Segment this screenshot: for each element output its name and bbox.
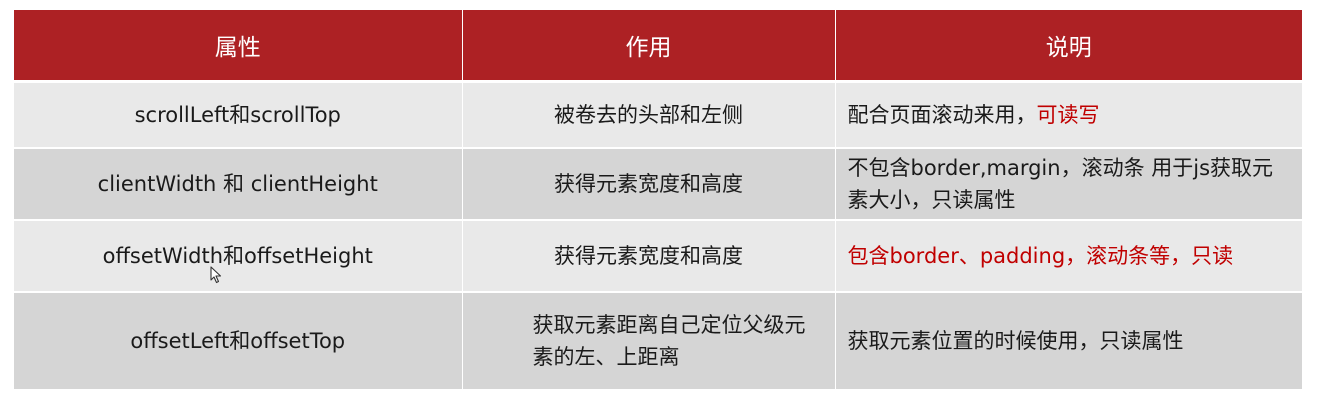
cell-property: offsetLeft和offsetTop [14,292,463,391]
cell-note: 不包含border,margin，滚动条 用于js获取元素大小，只读属性 [835,148,1302,221]
table-row: scrollLeft和scrollTop 被卷去的头部和左侧 配合页面滚动来用，… [14,81,1302,149]
header-property: 属性 [14,10,463,83]
table-row: clientWidth 和 clientHeight 获得元素宽度和高度 不包含… [14,148,1302,221]
table-header-row: 属性 作用 说明 [14,10,1302,83]
cell-note: 配合页面滚动来用，可读写 [835,81,1302,149]
slide: 属性 作用 说明 scrollLeft和scrollTop 被卷去的头部和左侧 … [0,0,1325,400]
table-row: offsetLeft和offsetTop 获取元素距离自己定位父级元素的左、上距… [14,292,1302,391]
note-text: 不包含border,margin，滚动条 用于js获取元素大小，只读属性 [847,156,1274,212]
note-text: 获取元素位置的时候使用，只读属性 [847,329,1184,353]
cell-property: offsetWidth和offsetHeight [14,220,463,293]
cell-purpose: 获得元素宽度和高度 [462,148,836,221]
cell-property: clientWidth 和 clientHeight [14,148,463,221]
header-purpose: 作用 [462,10,836,83]
cell-purpose: 被卷去的头部和左侧 [462,81,836,149]
note-highlight: 可读写 [1036,103,1100,127]
cell-purpose: 获取元素距离自己定位父级元素的左、上距离 [462,292,836,391]
header-note: 说明 [835,10,1302,83]
cell-note: 包含border、padding，滚动条等，只读 [835,220,1302,293]
note-highlight: 包含border、padding，滚动条等，只读 [847,244,1234,268]
note-text: 配合页面滚动来用， [847,103,1037,127]
cell-note: 获取元素位置的时候使用，只读属性 [835,292,1302,391]
table-row: offsetWidth和offsetHeight 获得元素宽度和高度 包含bor… [14,220,1302,293]
cell-property: scrollLeft和scrollTop [14,81,463,149]
cell-purpose: 获得元素宽度和高度 [462,220,836,293]
mouse-pointer-icon [210,266,222,284]
property-table: 属性 作用 说明 scrollLeft和scrollTop 被卷去的头部和左侧 … [14,10,1302,391]
